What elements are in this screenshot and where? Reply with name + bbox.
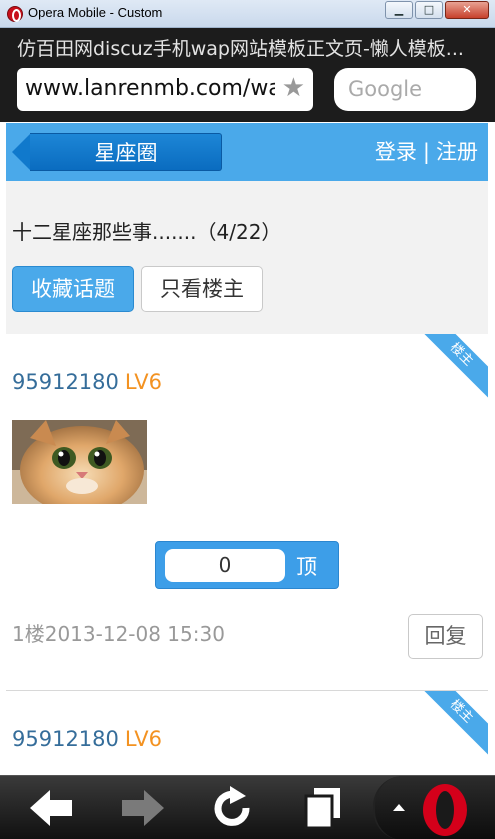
back-arrow-icon[interactable] xyxy=(26,784,78,832)
owner-badge: 楼主 xyxy=(414,334,488,402)
author-level: LV6 xyxy=(124,370,163,394)
favorite-topic-button[interactable]: 收藏话题 xyxy=(12,266,134,312)
browser-chrome: 仿百田网discuz手机wap网站模板正文页-懒人模板... www.lanre… xyxy=(0,28,495,122)
maximize-button[interactable]: □ xyxy=(415,1,443,19)
minimize-button[interactable]: ▁ xyxy=(385,1,413,19)
login-link[interactable]: 登录 xyxy=(375,140,417,164)
tabs-icon[interactable] xyxy=(296,784,348,832)
opera-logo-icon xyxy=(423,784,467,836)
cat-image[interactable] xyxy=(12,420,147,504)
like-label: 顶 xyxy=(296,555,317,579)
post-item: 楼主 95912180 LV6 xyxy=(6,691,488,775)
close-button[interactable]: ✕ xyxy=(445,1,489,19)
topic-title: 十二星座那些事.......（4/22） xyxy=(12,220,282,244)
url-text[interactable]: www.lanrenmb.com/wap xyxy=(25,76,275,101)
auth-links: 登录 | 注册 xyxy=(375,136,478,166)
register-link[interactable]: 注册 xyxy=(436,140,478,164)
post-item: 楼主 95912180 LV6 xyxy=(6,334,488,691)
address-bar[interactable]: www.lanrenmb.com/wap ★ xyxy=(17,68,313,111)
window-title: Opera Mobile - Custom xyxy=(28,5,163,20)
back-button-label: 星座圈 xyxy=(94,141,158,165)
back-arrow-shape xyxy=(12,133,31,171)
cat-illustration xyxy=(12,420,147,504)
opera-menu-button[interactable] xyxy=(373,776,495,839)
back-button[interactable]: 星座圈 xyxy=(12,133,222,171)
page-title: 仿百田网discuz手机wap网站模板正文页-懒人模板... xyxy=(17,38,464,60)
author-name[interactable]: 95912180 xyxy=(12,727,119,751)
forward-arrow-icon[interactable] xyxy=(116,784,168,832)
owner-only-button[interactable]: 只看楼主 xyxy=(141,266,263,312)
topic-section: 十二星座那些事.......（4/22） 收藏话题 只看楼主 xyxy=(6,181,488,334)
window-titlebar: Opera Mobile - Custom ▁ □ ✕ xyxy=(0,0,495,28)
like-count: 0 xyxy=(165,549,285,582)
menu-up-icon xyxy=(393,804,405,811)
bookmark-star-icon[interactable]: ★ xyxy=(282,75,305,101)
opera-app-icon xyxy=(7,6,23,22)
site-header: 星座圈 登录 | 注册 xyxy=(6,123,488,181)
like-button[interactable]: 0 顶 xyxy=(155,541,339,589)
owner-badge: 楼主 xyxy=(414,691,488,759)
auth-separator: | xyxy=(422,140,430,164)
reload-icon[interactable] xyxy=(206,784,258,832)
search-placeholder: Google xyxy=(348,77,423,101)
search-input[interactable]: Google xyxy=(334,68,476,111)
window-controls: ▁ □ ✕ xyxy=(385,1,489,19)
post-author: 95912180 LV6 xyxy=(12,727,162,751)
browser-toolbar xyxy=(0,775,495,839)
author-name[interactable]: 95912180 xyxy=(12,370,119,394)
post-floor-timestamp: 1楼2013-12-08 15:30 xyxy=(12,622,225,646)
reply-button[interactable]: 回复 xyxy=(408,614,483,659)
author-level: LV6 xyxy=(124,727,163,751)
post-author: 95912180 LV6 xyxy=(12,370,162,394)
